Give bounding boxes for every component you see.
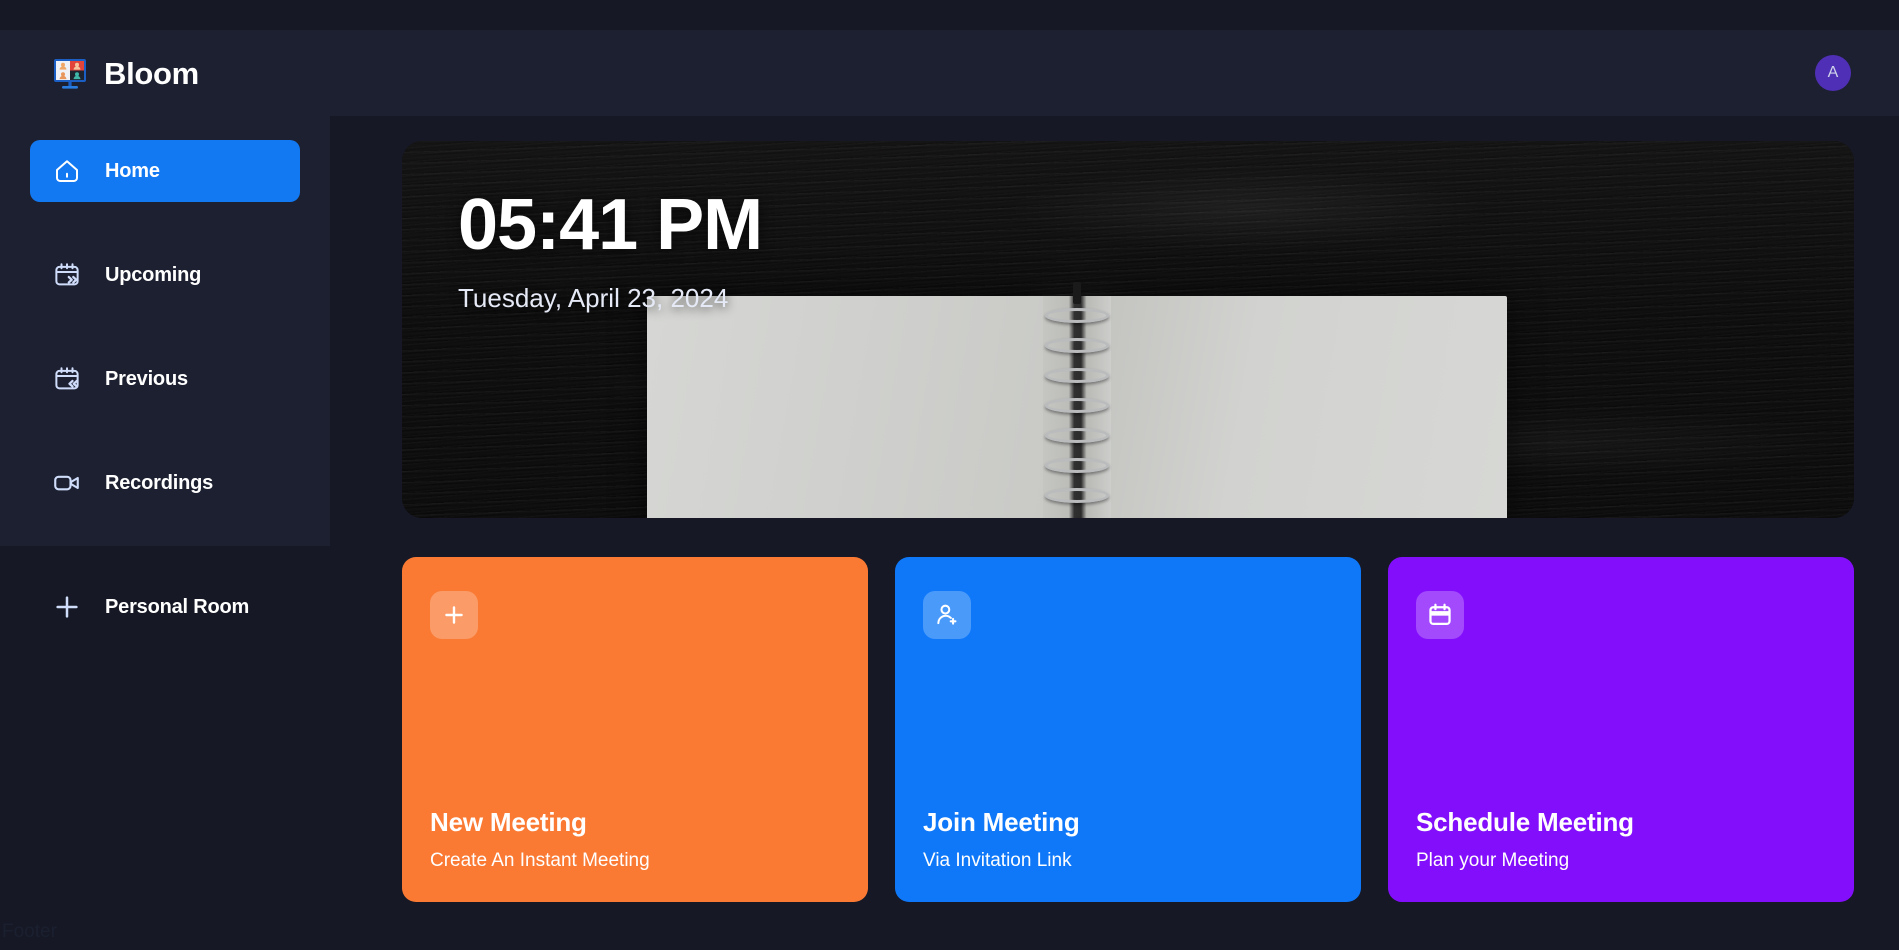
sidebar-item-label: Upcoming	[105, 263, 202, 286]
brand[interactable]: Bloom	[50, 53, 199, 93]
card-subtitle: Plan your Meeting	[1416, 850, 1570, 871]
card-text-block: Join Meeting Via Invitation Link	[923, 807, 1333, 872]
sidebar-item-home[interactable]: Home	[30, 140, 300, 202]
card-title: Schedule Meeting	[1416, 807, 1634, 837]
schedule-meeting-card[interactable]: Schedule Meeting Plan your Meeting	[1388, 557, 1854, 902]
video-conference-icon	[50, 53, 90, 93]
calendar-next-icon	[52, 260, 82, 290]
footer-label: Footer	[2, 921, 57, 942]
home-icon	[52, 156, 82, 186]
top-strip	[0, 0, 1899, 30]
avatar[interactable]: A	[1815, 55, 1851, 91]
sidebar-item-label: Home	[105, 159, 160, 182]
person-add-icon	[937, 604, 957, 625]
notebook-right-page	[1111, 296, 1507, 518]
hero-banner: 05:41 PM Tuesday, April 23, 2024	[402, 141, 1854, 518]
sidebar-item-previous[interactable]: Previous	[30, 348, 300, 410]
new-meeting-card[interactable]: New Meeting Create An Instant Meeting	[402, 557, 868, 902]
card-icon-badge	[1416, 591, 1464, 639]
card-subtitle: Via Invitation Link	[923, 850, 1072, 871]
card-text-block: New Meeting Create An Instant Meeting	[430, 807, 840, 872]
notebook-illustration	[647, 296, 1507, 518]
sidebar-item-label: Previous	[105, 367, 188, 390]
sidebar-item-personal-room[interactable]: Personal Room	[30, 576, 360, 638]
plus-icon	[445, 606, 463, 624]
card-subtitle: Create An Instant Meeting	[430, 850, 650, 871]
card-icon-badge	[430, 591, 478, 639]
brand-name: Bloom	[104, 55, 199, 91]
sidebar-item-label: Personal Room	[105, 595, 250, 618]
hero-text-block: 05:41 PM Tuesday, April 23, 2024	[458, 185, 763, 314]
sidebar-item-upcoming[interactable]: Upcoming	[30, 244, 300, 306]
current-date: Tuesday, April 23, 2024	[458, 283, 729, 313]
main-content: 05:41 PM Tuesday, April 23, 2024 New Mee…	[330, 116, 1899, 950]
sidebar-nav-list: Home Upcoming Previous Recordings	[0, 140, 330, 514]
join-meeting-card[interactable]: Join Meeting Via Invitation Link	[895, 557, 1361, 902]
calendar-icon	[1429, 603, 1451, 626]
top-navbar: Bloom A	[0, 30, 1899, 116]
video-camera-icon	[52, 468, 82, 498]
avatar-initial: A	[1827, 64, 1839, 81]
notebook-left-page	[647, 296, 1043, 518]
sidebar-item-recordings[interactable]: Recordings	[30, 452, 300, 514]
plus-icon	[52, 592, 82, 622]
card-icon-badge	[923, 591, 971, 639]
action-cards: New Meeting Create An Instant Meeting Jo…	[402, 557, 1854, 902]
card-title: Join Meeting	[923, 807, 1080, 837]
sidebar: Home Upcoming Previous Recordings	[0, 116, 330, 546]
sidebar-item-label: Recordings	[105, 471, 214, 494]
card-title: New Meeting	[430, 807, 587, 837]
calendar-prev-icon	[52, 364, 82, 394]
notebook-spiral-binding	[1043, 296, 1111, 518]
current-time: 05:41 PM	[458, 185, 763, 265]
card-text-block: Schedule Meeting Plan your Meeting	[1416, 807, 1826, 872]
